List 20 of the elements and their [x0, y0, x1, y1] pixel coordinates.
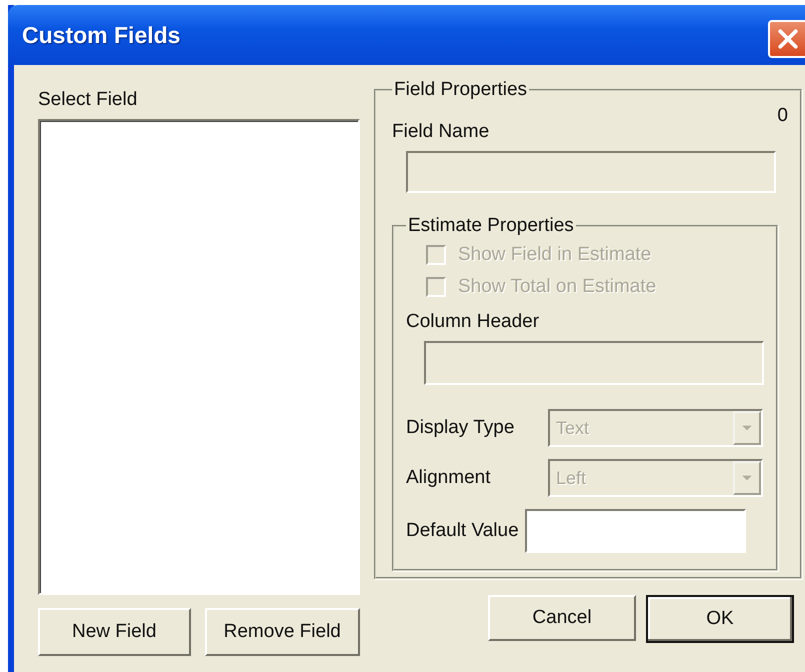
window-title: Custom Fields [22, 22, 180, 48]
close-button[interactable] [768, 20, 805, 58]
alignment-label: Alignment [406, 467, 492, 489]
default-value-input[interactable] [524, 509, 746, 553]
checkbox-label: Show Field in Estimate [458, 244, 652, 266]
field-name-label: Field Name [392, 121, 490, 143]
field-list[interactable] [38, 119, 360, 595]
group-title: Estimate Properties [407, 215, 575, 237]
ok-button[interactable]: OK [646, 595, 794, 643]
select-field-label: Select Field [38, 89, 138, 111]
close-icon [777, 28, 799, 50]
column-header-label: Column Header [406, 311, 540, 333]
new-field-button[interactable]: New Field [38, 608, 190, 656]
checkbox-label: Show Total on Estimate [458, 276, 656, 298]
default-value-label: Default Value [406, 520, 519, 542]
field-count: 0 [777, 105, 788, 127]
group-title: Field Properties [393, 79, 528, 101]
display-type-label: Display Type [406, 417, 516, 439]
cancel-button[interactable]: Cancel [488, 595, 636, 641]
remove-field-button[interactable]: Remove Field [204, 608, 360, 656]
